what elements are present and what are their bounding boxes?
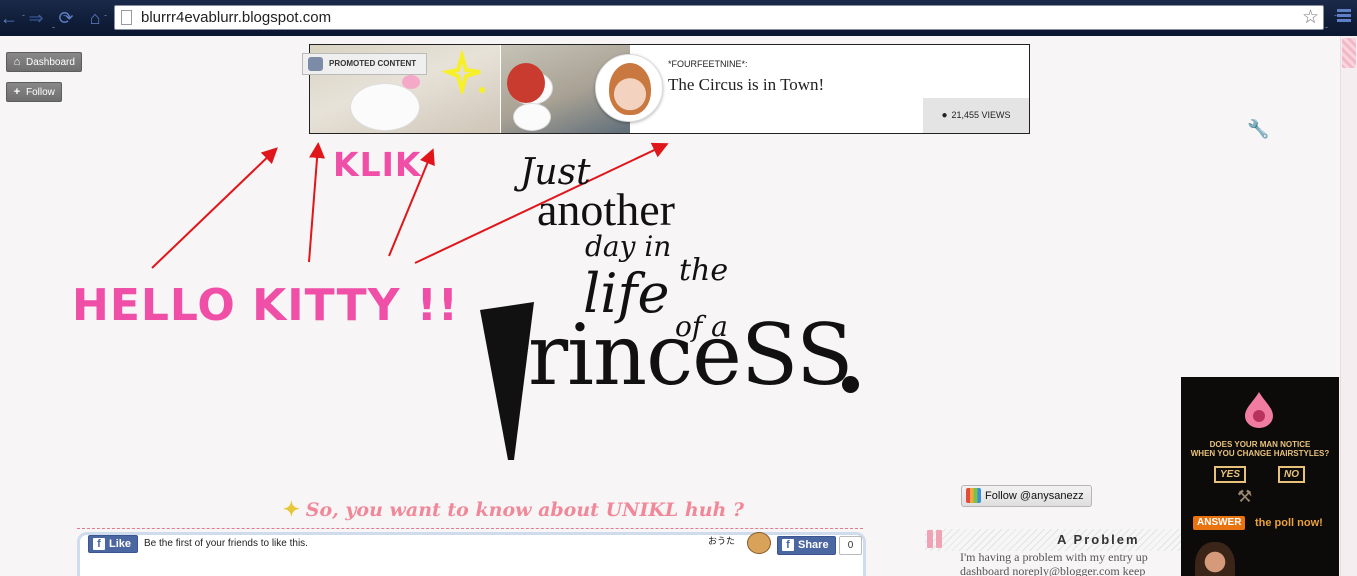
address-bar[interactable]: blurrr4evablurr.blogspot.com ☆ (114, 5, 1324, 30)
ad-question: DOES YOUR MAN NOTICE WHEN YOU CHANGE HAI… (1181, 440, 1339, 458)
widget-text-line: I'm having a problem with my entry up (960, 550, 1148, 564)
princess-dot (842, 376, 859, 393)
promo-author[interactable]: *FOURFEETNINE*: (668, 59, 748, 69)
back-icon[interactable]: ← (0, 7, 20, 29)
tagline-day-in: day in (585, 230, 672, 263)
facebook-icon: f (782, 539, 794, 551)
forward-icon[interactable]: ⇒ (25, 7, 47, 29)
ad-answer-label[interactable]: ANSWER (1193, 516, 1246, 530)
hairstyle-poll-ad[interactable]: DOES YOUR MAN NOTICE WHEN YOU CHANGE HAI… (1181, 377, 1339, 576)
instagram-icon (966, 488, 981, 503)
scrollbar[interactable] (1340, 36, 1357, 576)
ad-no-option[interactable]: NO (1278, 466, 1305, 483)
follow-button[interactable]: + Follow (6, 82, 62, 102)
browser-menu-icon[interactable] (1337, 9, 1351, 25)
share-label: Share (798, 539, 829, 551)
tagline-another: another (537, 184, 675, 235)
tagline-the: the (679, 253, 729, 288)
share-count: 0 (839, 536, 862, 555)
ad-question-line: DOES YOUR MAN NOTICE (1209, 440, 1311, 449)
page-icon (121, 10, 132, 25)
home-icon: ⌂ (13, 56, 21, 68)
post-divider (77, 528, 863, 529)
browser-toolbar: ← ⇒ ⟳ ⌂ blurrr4evablurr.blogspot.com ☆ (0, 0, 1357, 36)
tagline-princess: rinceSS (528, 306, 853, 404)
promo-post-title[interactable]: The Circus is in Town! (668, 75, 824, 95)
quote-icon (927, 530, 947, 550)
hello-kitty-text: HELLO KITTY !! (72, 280, 459, 331)
home-icon[interactable]: ⌂ (84, 7, 106, 29)
widget-header (925, 529, 1181, 551)
facebook-like-button[interactable]: f Like (88, 535, 139, 553)
follow-label: Follow (26, 87, 55, 98)
widget-text: I'm having a problem with my entry up da… (960, 550, 1182, 576)
promo-views: ● 21,455 VIEWS (923, 98, 1029, 133)
bear-icon (747, 532, 771, 554)
views-count: 21,455 VIEWS (951, 110, 1011, 120)
facebook-icon: f (93, 538, 105, 550)
ad-model-image (1195, 542, 1235, 576)
promo-logo-icon (308, 57, 323, 71)
reload-icon[interactable]: ⟳ (55, 7, 77, 29)
facebook-like-text: Be the first of your friends to like thi… (144, 538, 308, 549)
promoted-content-label: PROMOTED CONTENT (302, 53, 428, 75)
url-text[interactable]: blurrr4evablurr.blogspot.com (141, 9, 331, 26)
klik-text: KLIK (333, 145, 422, 184)
ad-poll-text[interactable]: the poll now! (1255, 516, 1323, 530)
sparkle-icon: ✦ (283, 497, 300, 521)
promoted-content-banner[interactable]: PROMOTED CONTENT *FOURFEETNINE*: The Cir… (302, 44, 1030, 134)
bookmark-star-icon[interactable]: ☆ (1302, 6, 1319, 29)
post-title-text[interactable]: So, you want to know about UNIKL huh ? (306, 499, 744, 521)
instagram-follow-button[interactable]: Follow @anysanezz (961, 485, 1092, 507)
instagram-follow-label: Follow @anysanezz (985, 490, 1084, 502)
widget-text-line: dashboard noreply@blogger.com keep (960, 564, 1146, 576)
dashboard-button[interactable]: ⌂ Dashboard (6, 52, 82, 72)
ad-yes-option[interactable]: YES (1214, 466, 1247, 483)
ad-question-line: WHEN YOU CHANGE HAIRSTYLES? (1190, 449, 1330, 458)
post-title[interactable]: ✦ So, you want to know about UNIKL huh ? (283, 497, 744, 521)
plus-icon: + (13, 86, 21, 98)
author-avatar[interactable] (595, 54, 663, 122)
drop-logo-icon (1245, 392, 1273, 428)
ad-tools-icon: ⚒ (1237, 487, 1253, 506)
promoted-content-text: PROMOTED CONTENT (329, 59, 417, 68)
wrench-icon[interactable]: 🔧 (1247, 119, 1269, 139)
eye-icon: ● (941, 110, 948, 121)
dashboard-label: Dashboard (26, 57, 75, 68)
scrollbar-thumb[interactable] (1342, 38, 1356, 68)
facebook-share-button[interactable]: f Share (777, 536, 836, 555)
widget-title: A Problem (1057, 532, 1140, 547)
stamp-text: おうた (708, 536, 736, 546)
like-label: Like (109, 538, 132, 550)
